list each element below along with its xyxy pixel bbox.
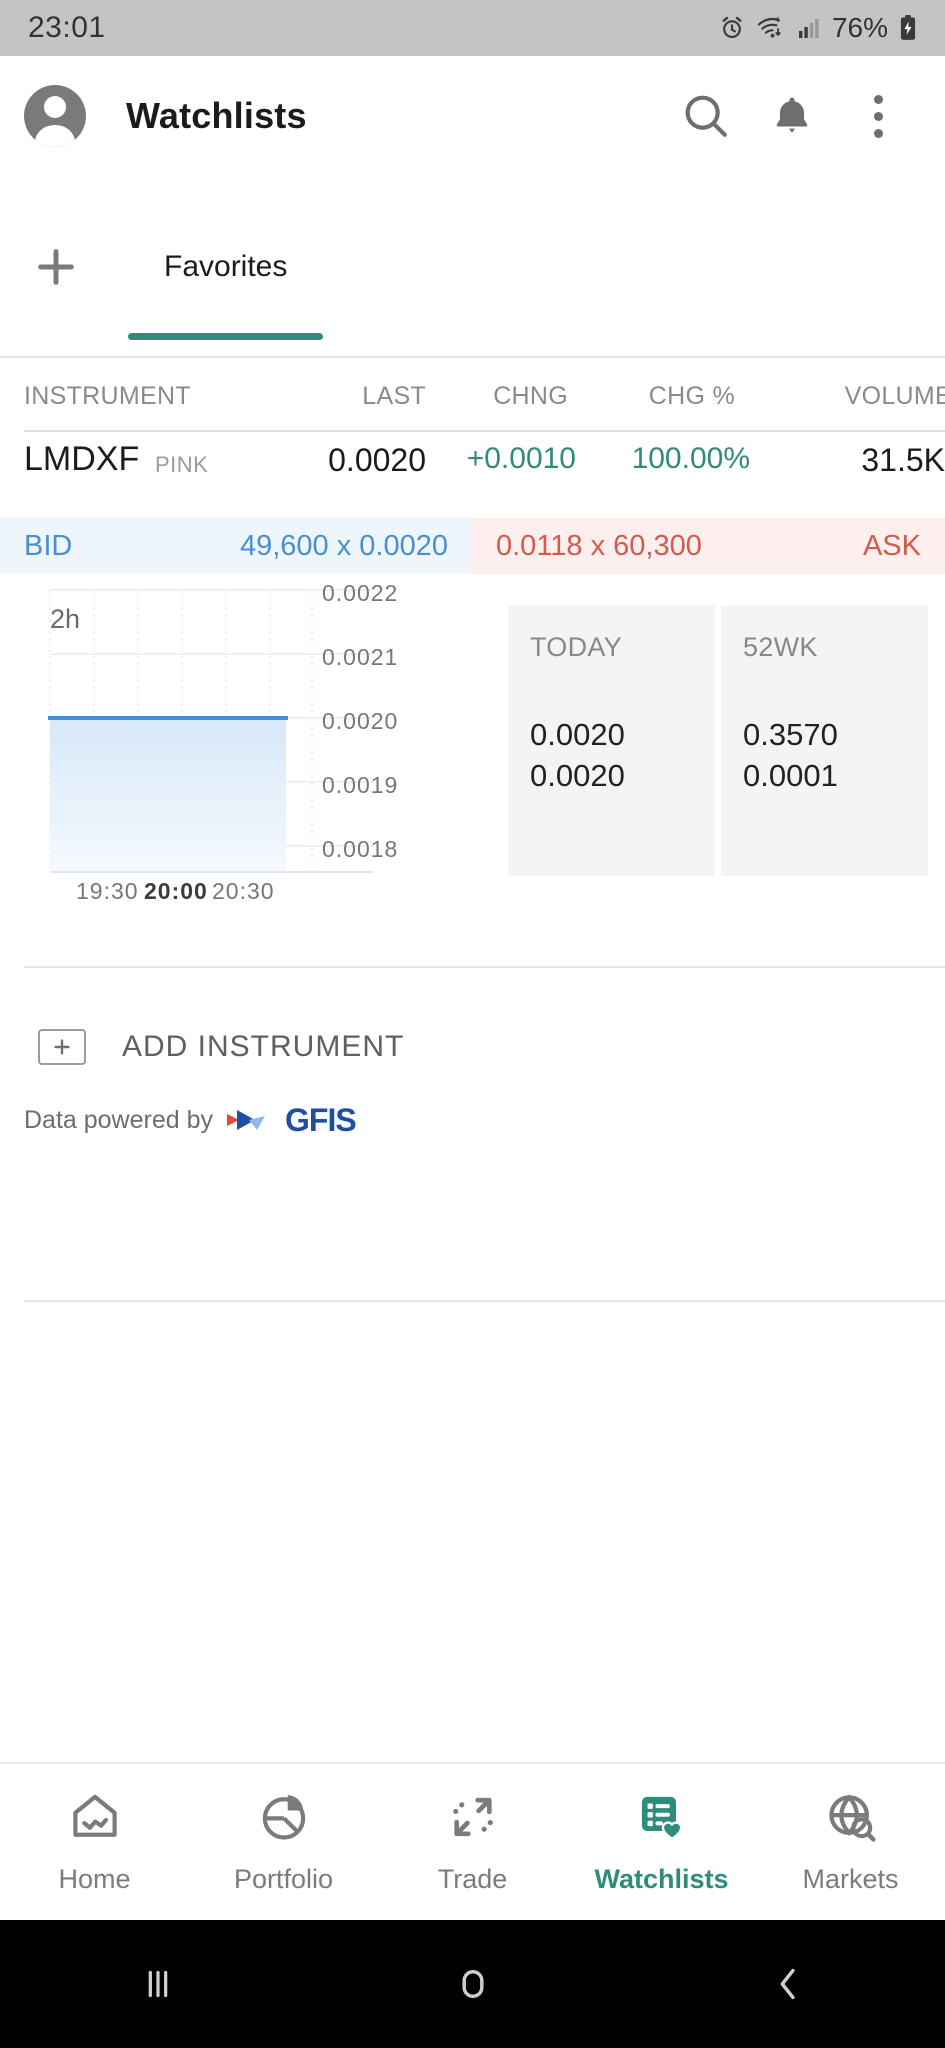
- status-bar: 23:01 6 76%: [0, 0, 945, 56]
- nav-item-portfolio[interactable]: Portfolio: [189, 1789, 378, 1895]
- svg-text:6: 6: [776, 17, 780, 24]
- home-circle-icon[interactable]: [315, 1961, 630, 2007]
- nav-item-markets-label: Markets: [802, 1864, 899, 1894]
- gfis-wordmark: GFIS: [285, 1102, 357, 1138]
- status-bar-time: 23:01: [28, 11, 106, 44]
- stat-today-low: 0.0020: [530, 757, 625, 793]
- column-header-chng: CHNG: [493, 382, 568, 410]
- add-instrument-button[interactable]: ADD INSTRUMENT: [0, 1015, 945, 1079]
- bid-ask-bar: BID 49,600 x 0.0020 0.0118 x 60,300 ASK: [0, 518, 945, 574]
- add-watchlist-button[interactable]: [10, 221, 102, 313]
- ask-cell[interactable]: 0.0118 x 60,300 ASK: [472, 518, 945, 574]
- stat-today-high: 0.0020: [530, 717, 625, 752]
- globe-search-icon: [823, 1789, 879, 1850]
- chart-ytick-1: 0.0021: [322, 644, 399, 670]
- ask-label: ASK: [862, 529, 921, 562]
- instrument-exchange: PINK: [155, 452, 209, 477]
- chart-xtick-1: 20:00: [144, 878, 208, 904]
- stat-card-today: TODAY 0.0020 0.0020: [508, 606, 715, 876]
- table-row[interactable]: LMDXF PINK 0.0020 +0.0010 100.00% 31.5K: [0, 440, 945, 502]
- avatar[interactable]: [24, 85, 86, 147]
- chart-xtick-2: 20:30: [212, 878, 275, 904]
- nav-item-watchlists[interactable]: Watchlists: [567, 1789, 756, 1895]
- trade-arrows-icon: [445, 1789, 501, 1850]
- column-header-instrument: INSTRUMENT: [24, 382, 191, 410]
- quote-last: 0.0020: [328, 442, 426, 478]
- bid-label: BID: [24, 529, 73, 562]
- bottom-navigation: Home Portfolio Trade Watchlists Markets: [0, 1762, 945, 1920]
- nav-item-home-label: Home: [58, 1864, 131, 1894]
- plus-box-icon: [38, 1029, 86, 1065]
- column-header-volume: VOLUME: [844, 382, 945, 410]
- bid-value: 49,600 x 0.0020: [239, 529, 448, 562]
- recents-icon[interactable]: [0, 1961, 315, 2007]
- overflow-menu-icon[interactable]: [835, 73, 921, 159]
- nav-item-trade-label: Trade: [437, 1864, 508, 1894]
- column-header-last: LAST: [362, 382, 426, 410]
- gfis-logo: GFIS: [225, 1102, 357, 1139]
- stat-card-today-values: 0.0020 0.0020: [530, 715, 715, 797]
- content-bottom-divider: [24, 1300, 945, 1302]
- page-title: Watchlists: [126, 95, 307, 136]
- stat-card-52wk-values: 0.3570 0.0001: [743, 715, 928, 797]
- pie-chart-icon: [256, 1789, 312, 1850]
- watchlist-tabs: Favorites: [0, 176, 945, 358]
- chart-ytick-2: 0.0020: [322, 708, 399, 734]
- home-chart-icon: [67, 1789, 123, 1850]
- watchlist-heart-icon: [634, 1789, 690, 1850]
- gfis-arrows-icon: [227, 1109, 266, 1130]
- android-system-nav: [0, 1920, 945, 2048]
- tab-favorites[interactable]: Favorites: [128, 176, 324, 358]
- chart-range-label: 2h: [50, 604, 81, 634]
- tabs-divider: [0, 356, 945, 358]
- price-chart-canvas: [48, 589, 374, 873]
- quote-volume: 31.5K: [861, 442, 945, 478]
- stat-52wk-low: 0.0001: [743, 757, 838, 793]
- app-root: 23:01 6 76% Watchlists Favorites INSTRUM…: [0, 0, 945, 2048]
- search-icon[interactable]: [663, 73, 749, 159]
- stat-cards: TODAY 0.0020 0.0020 52WK 0.3570 0.0001: [508, 606, 928, 876]
- alarm-icon: [719, 15, 745, 41]
- stat-card-today-title: TODAY: [530, 632, 623, 662]
- avatar-head-shape: [44, 96, 66, 118]
- ask-value: 0.0118 x 60,300: [496, 529, 702, 562]
- battery-percent-label: 76%: [831, 12, 888, 43]
- instrument-symbol: LMDXF: [24, 440, 140, 478]
- cellular-signal-icon: [797, 16, 821, 40]
- add-instrument-label: ADD INSTRUMENT: [122, 1030, 405, 1063]
- table-header-rule: [24, 430, 945, 432]
- bid-cell[interactable]: BID 49,600 x 0.0020: [0, 518, 472, 574]
- detail-divider: [24, 966, 945, 968]
- data-attribution: Data powered by GFIS: [24, 1102, 357, 1139]
- app-bar: Watchlists: [0, 56, 945, 176]
- status-bar-icons: 6 76%: [719, 12, 917, 44]
- chart-xtick-0: 19:30: [76, 878, 139, 904]
- chart-ytick-0: 0.0022: [322, 580, 399, 606]
- battery-charging-icon: [899, 15, 917, 41]
- nav-item-portfolio-label: Portfolio: [233, 1864, 334, 1894]
- tab-active-indicator: [128, 333, 324, 340]
- stat-card-52wk: 52WK 0.3570 0.0001: [721, 606, 928, 876]
- back-chevron-icon[interactable]: [630, 1961, 945, 2007]
- quote-table-header: INSTRUMENT LAST CHNG CHG % VOLUME: [0, 382, 945, 428]
- quote-change-percent: 100.00%: [631, 442, 750, 475]
- instrument-detail: 2h 0.0022 0.0021 0.0020 0.0019 0.0018 19…: [0, 580, 945, 912]
- column-header-chg-pct: CHG %: [648, 382, 735, 410]
- nav-item-markets[interactable]: Markets: [756, 1789, 945, 1895]
- nav-item-watchlists-label: Watchlists: [594, 1864, 729, 1894]
- stat-52wk-high: 0.3570: [743, 717, 838, 752]
- tab-favorites-label: Favorites: [164, 250, 288, 283]
- notifications-bell-icon[interactable]: [749, 73, 835, 159]
- chart-ytick-4: 0.0018: [322, 836, 399, 862]
- quote-change: +0.0010: [466, 442, 576, 475]
- avatar-body-shape: [35, 125, 75, 147]
- nav-item-home[interactable]: Home: [0, 1789, 189, 1895]
- price-chart[interactable]: 2h 0.0022 0.0021 0.0020 0.0019 0.0018 19…: [22, 580, 502, 912]
- nav-item-trade[interactable]: Trade: [378, 1789, 567, 1895]
- data-attribution-text: Data powered by: [24, 1106, 214, 1134]
- chart-ytick-3: 0.0019: [322, 772, 399, 798]
- wifi-icon: 6: [756, 15, 786, 41]
- app-bar-actions: [663, 73, 921, 159]
- stat-card-52wk-title: 52WK: [743, 632, 818, 662]
